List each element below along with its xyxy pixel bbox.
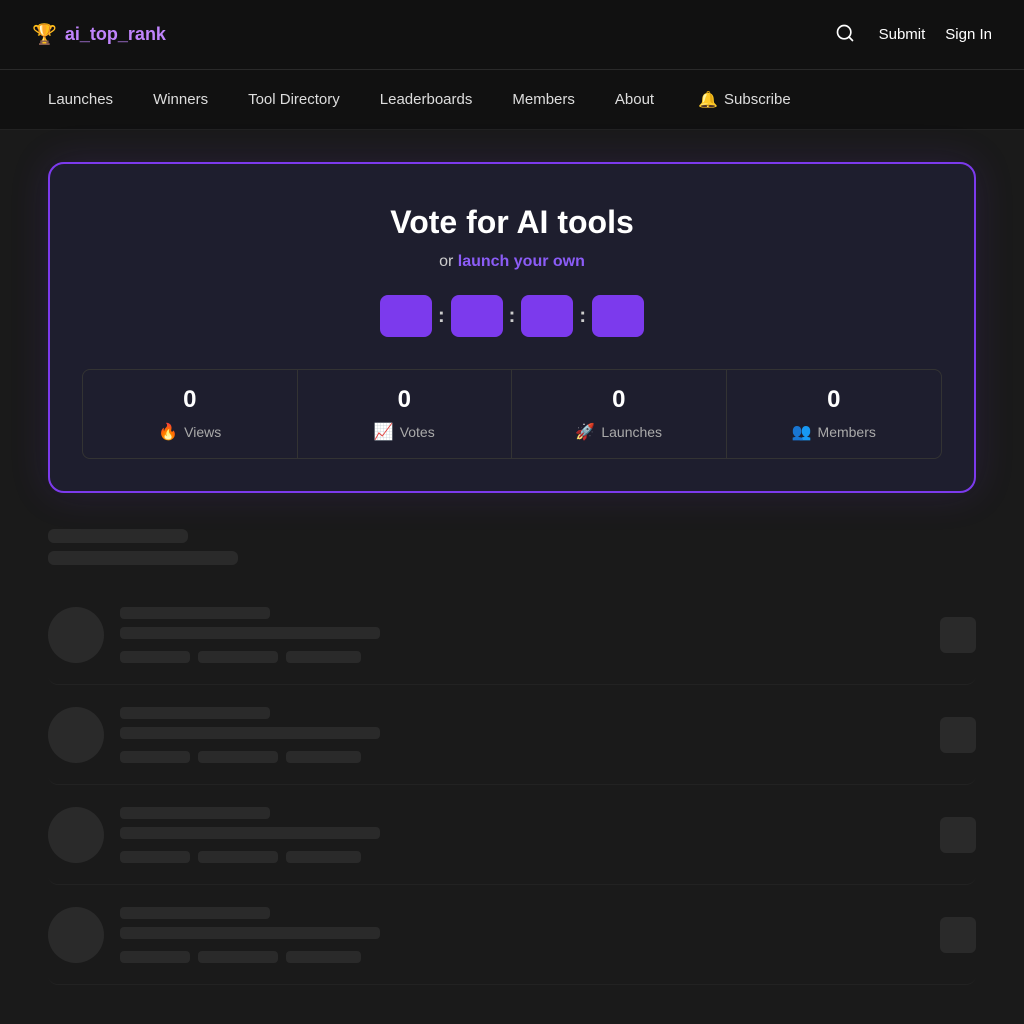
stat-members-label: 👥 Members: [743, 422, 926, 442]
skeleton-tags: [120, 851, 924, 863]
stat-launches-label: 🚀 Launches: [528, 422, 710, 442]
skeleton-tag: [120, 651, 190, 663]
nav-item-subscribe[interactable]: 🔔 Subscribe: [682, 82, 807, 118]
skeleton-headings: [48, 529, 976, 565]
launch-link[interactable]: launch your own: [458, 253, 585, 270]
stat-votes: 0 📈 Votes: [298, 370, 513, 458]
hero-section: Vote for AI tools or launch your own : :…: [0, 130, 1024, 513]
nav-item-about[interactable]: About: [599, 83, 670, 116]
skeleton-tag: [120, 751, 190, 763]
skeleton-line: [120, 727, 380, 739]
timer-ms: [592, 295, 644, 337]
skeleton-avatar: [48, 807, 104, 863]
skeleton-line: [120, 827, 380, 839]
timer-hours: [380, 295, 432, 337]
skeleton-line: [120, 607, 270, 619]
rocket-icon: 🚀: [575, 422, 595, 442]
content-area: [0, 513, 1024, 1001]
skeleton-avatar: [48, 907, 104, 963]
stat-views-number: 0: [99, 386, 281, 414]
skeleton-content: [120, 607, 924, 663]
skeleton-heading-1: [48, 529, 188, 543]
skeleton-action: [940, 917, 976, 953]
hero-title: Vote for AI tools: [82, 204, 942, 241]
members-icon: 👥: [792, 422, 812, 442]
skeleton-tag: [286, 651, 361, 663]
search-button[interactable]: [831, 19, 859, 51]
list-item: [48, 885, 976, 985]
stats-row: 0 🔥 Views 0 📈 Votes 0 🚀 Launches: [82, 369, 942, 459]
skeleton-content: [120, 707, 924, 763]
list-item: [48, 785, 976, 885]
nav-item-launches[interactable]: Launches: [32, 83, 129, 116]
logo-icon: 🏆: [32, 22, 57, 47]
hero-card: Vote for AI tools or launch your own : :…: [48, 162, 976, 493]
list-item: [48, 585, 976, 685]
stat-votes-number: 0: [314, 386, 496, 414]
skeleton-tag: [286, 751, 361, 763]
hero-subtitle: or launch your own: [82, 253, 942, 271]
main-nav: Launches Winners Tool Directory Leaderbo…: [0, 70, 1024, 130]
stat-members: 0 👥 Members: [727, 370, 942, 458]
timer-seconds: [521, 295, 573, 337]
logo-text: ai_top_rank: [65, 24, 166, 45]
skeleton-tag: [198, 751, 278, 763]
stat-launches: 0 🚀 Launches: [512, 370, 727, 458]
nav-item-leaderboards[interactable]: Leaderboards: [364, 83, 489, 116]
skeleton-content: [120, 807, 924, 863]
skeleton-action: [940, 617, 976, 653]
stat-launches-number: 0: [528, 386, 710, 414]
skeleton-avatar: [48, 707, 104, 763]
skeleton-tags: [120, 751, 924, 763]
list-item: [48, 685, 976, 785]
skeleton-line: [120, 807, 270, 819]
skeleton-action: [940, 717, 976, 753]
stat-views: 0 🔥 Views: [83, 370, 298, 458]
skeleton-tags: [120, 651, 924, 663]
countdown-timer: : : :: [82, 295, 942, 337]
nav-item-winners[interactable]: Winners: [137, 83, 224, 116]
bell-icon: 🔔: [698, 90, 718, 110]
nav-item-tool-directory[interactable]: Tool Directory: [232, 83, 356, 116]
skeleton-tag: [120, 851, 190, 863]
skeleton-tag: [286, 851, 361, 863]
hero-subtitle-prefix: or: [439, 253, 458, 270]
stat-views-label: 🔥 Views: [99, 422, 281, 442]
skeleton-avatar: [48, 607, 104, 663]
header-right: Submit Sign In: [831, 19, 992, 51]
timer-sep-2: :: [509, 305, 516, 328]
timer-sep-3: :: [579, 305, 586, 328]
skeleton-content: [120, 907, 924, 963]
skeleton-heading-2: [48, 551, 238, 565]
skeleton-tags: [120, 951, 924, 963]
skeleton-tag: [286, 951, 361, 963]
skeleton-action: [940, 817, 976, 853]
timer-minutes: [451, 295, 503, 337]
skeleton-line: [120, 707, 270, 719]
nav-item-members[interactable]: Members: [496, 83, 591, 116]
fire-icon: 🔥: [158, 422, 178, 442]
skeleton-line: [120, 927, 380, 939]
skeleton-line: [120, 627, 380, 639]
submit-button[interactable]: Submit: [879, 26, 926, 43]
skeleton-tag: [198, 651, 278, 663]
stat-votes-label: 📈 Votes: [314, 422, 496, 442]
timer-sep-1: :: [438, 305, 445, 328]
logo[interactable]: 🏆 ai_top_rank: [32, 22, 166, 47]
skeleton-tag: [120, 951, 190, 963]
header: 🏆 ai_top_rank Submit Sign In: [0, 0, 1024, 70]
skeleton-tag: [198, 851, 278, 863]
signin-button[interactable]: Sign In: [945, 26, 992, 43]
stat-members-number: 0: [743, 386, 926, 414]
trend-icon: 📈: [374, 422, 394, 442]
skeleton-line: [120, 907, 270, 919]
skeleton-tag: [198, 951, 278, 963]
